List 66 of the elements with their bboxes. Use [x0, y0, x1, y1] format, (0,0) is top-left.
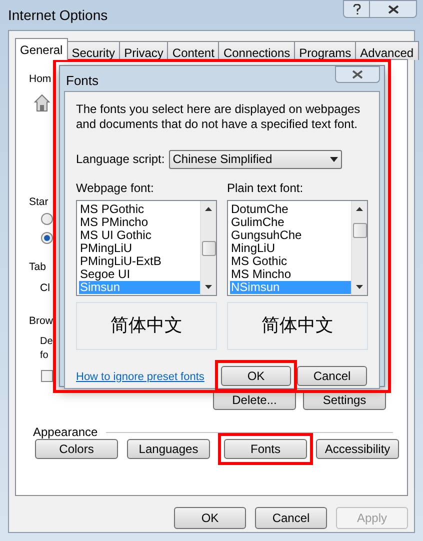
- description-text: De: [40, 335, 53, 349]
- dialog-button[interactable]: OK: [174, 507, 246, 529]
- question-icon: [352, 4, 360, 14]
- dialog-button[interactable]: Cancel: [255, 507, 327, 529]
- dropdown-value: Chinese Simplified: [172, 151, 274, 168]
- description-text: fo: [40, 349, 48, 363]
- dropdown-arrow-icon: [330, 156, 338, 162]
- checkbox[interactable]: [41, 370, 53, 382]
- scroll-down-icon[interactable]: [205, 284, 212, 288]
- font-list-item[interactable]: MS Mincho: [230, 268, 351, 280]
- font-list-item[interactable]: MS PGothic: [79, 202, 200, 216]
- dialog-button[interactable]: Cancel: [297, 366, 367, 386]
- appearance-button[interactable]: Languages: [127, 439, 210, 459]
- font-list[interactable]: DotumChe GulimChe GungsuhChe MingLiU MS Gothic MS Mincho NSimsun: [227, 200, 368, 296]
- font-list-item[interactable]: Segoe UI: [79, 268, 200, 280]
- list-label: Webpage font:: [76, 180, 155, 196]
- language-dropdown[interactable]: Chinese Simplified: [168, 150, 342, 168]
- font-list-item[interactable]: DotumChe: [230, 202, 351, 216]
- scroll-thumb[interactable]: [202, 240, 216, 256]
- description-text: Cl: [40, 281, 50, 296]
- field-label: Tab: [29, 260, 46, 275]
- scroll-down-icon[interactable]: [356, 284, 363, 288]
- close-icon: [352, 70, 363, 79]
- house-icon: [34, 94, 50, 112]
- field-label: Brow: [29, 314, 53, 329]
- scrollbar[interactable]: [200, 200, 216, 294]
- field-label: Hom: [29, 72, 52, 87]
- appearance-button[interactable]: Fonts: [224, 439, 307, 459]
- radio-button[interactable]: [41, 213, 53, 225]
- close-icon: [388, 4, 398, 14]
- scroll-up-icon[interactable]: [205, 206, 212, 210]
- font-list-item[interactable]: PMingLiU-ExtB: [79, 254, 200, 268]
- tab[interactable]: Advanced: [355, 41, 419, 60]
- dialog-title: Fonts: [65, 72, 100, 90]
- scroll-up-icon[interactable]: [356, 206, 363, 210]
- font-list-item[interactable]: GulimChe: [230, 216, 351, 228]
- font-list-item[interactable]: MS Gothic: [230, 254, 351, 268]
- help-button[interactable]: [343, 0, 370, 18]
- font-preview: 简体中文: [227, 302, 368, 350]
- font-list-item[interactable]: GungsuhChe: [230, 228, 351, 242]
- tab[interactable]: Programs: [294, 41, 356, 60]
- list-label: Plain text font:: [227, 180, 304, 196]
- font-list-item[interactable]: MingLiU: [230, 242, 351, 254]
- close-button[interactable]: [335, 66, 380, 83]
- field-label: Star: [29, 195, 48, 210]
- dialog-button[interactable]: OK: [221, 366, 291, 386]
- font-preview: 简体中文: [76, 302, 217, 350]
- font-list-item[interactable]: MS UI Gothic: [79, 228, 200, 242]
- field-label: Language script:: [76, 151, 165, 168]
- scroll-thumb[interactable]: [353, 222, 367, 238]
- tab[interactable]: Connections: [218, 41, 296, 60]
- tab[interactable]: Content: [167, 41, 220, 60]
- group-label: Appearance: [33, 424, 98, 441]
- window-title: Internet Options: [8, 6, 109, 25]
- description-text: The fonts you select here are displayed on webpages and documents that do not have a specified text font.: [76, 102, 362, 132]
- help-link[interactable]: How to ignore preset fonts: [76, 370, 204, 382]
- close-button[interactable]: [370, 0, 417, 18]
- appearance-button[interactable]: Colors: [35, 439, 118, 459]
- font-list-item[interactable]: PMingLiU: [79, 242, 200, 254]
- tab[interactable]: General: [15, 38, 68, 60]
- tab[interactable]: Privacy: [119, 41, 168, 60]
- font-list[interactable]: MS PGothic MS PMincho MS UI Gothic PMingLiU PMingLiU-ExtB Segoe UI Simsun: [76, 200, 217, 296]
- scrollbar[interactable]: [351, 200, 367, 294]
- font-list-item[interactable]: MS PMincho: [79, 216, 200, 228]
- radio-button[interactable]: [41, 232, 53, 244]
- appearance-button[interactable]: Accessibility: [316, 439, 399, 459]
